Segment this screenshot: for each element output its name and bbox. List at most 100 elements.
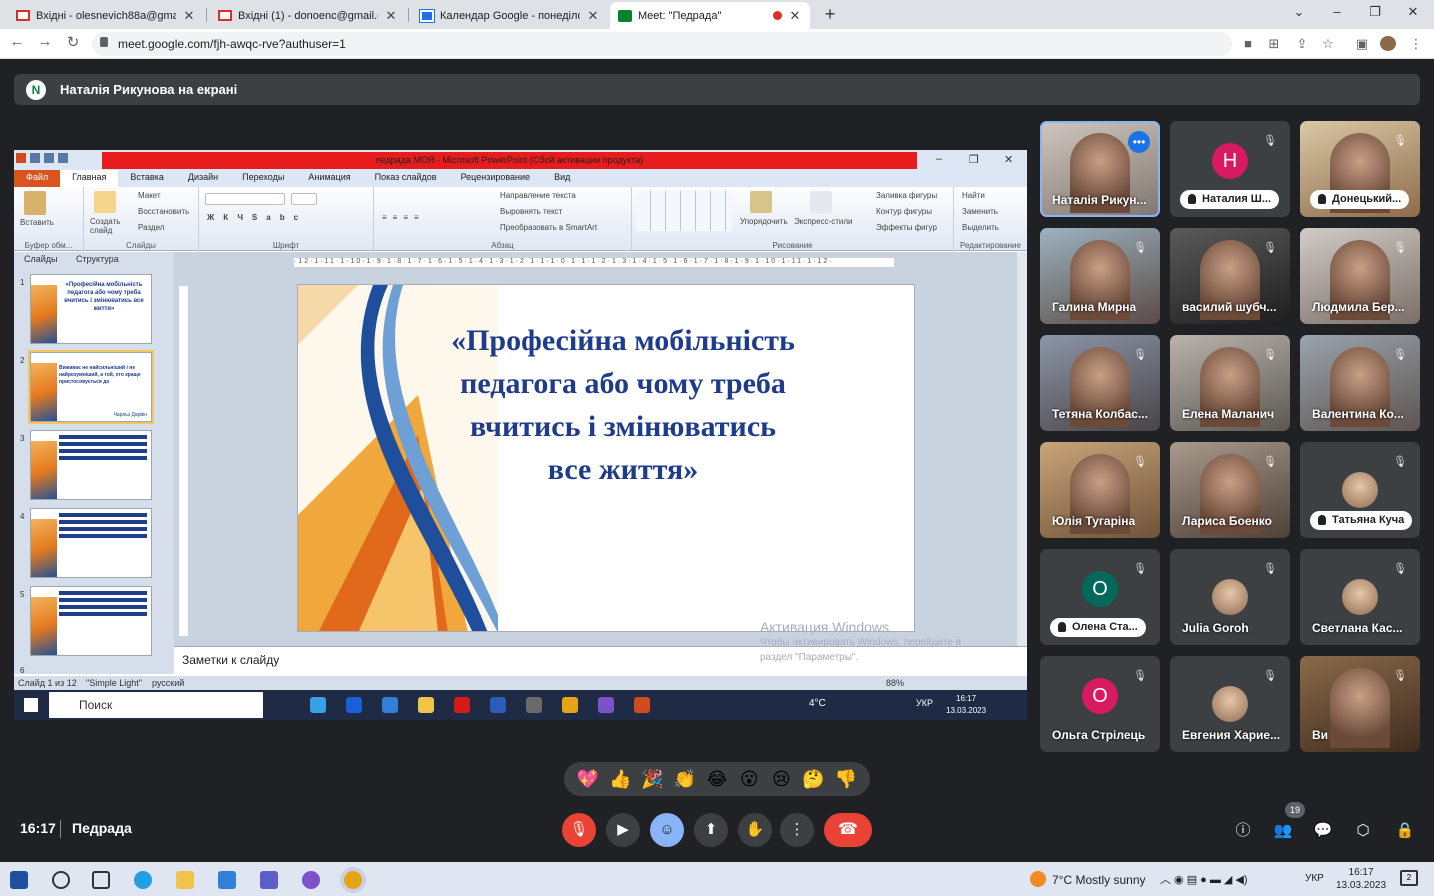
participant-tile[interactable]: ••• Наталія Рикун... — [1040, 121, 1160, 217]
arrange-icon — [750, 191, 772, 213]
chrome-icon[interactable] — [344, 871, 362, 889]
slide-thumbnail — [30, 430, 152, 500]
tile-more-options-icon[interactable]: ••• — [1128, 131, 1150, 153]
participant-tile[interactable]: О 🎙 Ольга Стрілець — [1040, 656, 1160, 752]
participant-tile[interactable]: 🎙 василий шубч... — [1170, 228, 1290, 324]
minimize-button[interactable]: – — [1324, 4, 1350, 19]
more-options-button[interactable]: ⋮ — [780, 813, 814, 847]
pp-close-icon: ✕ — [1004, 154, 1014, 166]
weather-text[interactable]: 7°C Mostly sunny — [1052, 873, 1146, 887]
participant-tile[interactable]: Н 🎙 Наталия Ш... — [1170, 121, 1290, 217]
tab-search-icon[interactable]: ⌄ — [1286, 4, 1312, 20]
participant-tile[interactable]: 🎙 Julia Goroh — [1170, 549, 1290, 645]
participant-name: Лариса Боенко — [1182, 514, 1272, 528]
participant-tile[interactable]: 🎙 Тетяна Колбас... — [1040, 335, 1160, 431]
participant-avatar: Н — [1212, 143, 1248, 179]
thumb-author: Чарльз Дарвін — [113, 412, 147, 418]
browser-tab-gmail-1[interactable]: Вхідні - olesnevich88a@gmail.com ✕ — [8, 2, 204, 29]
side-panel-icon[interactable]: ▣ — [1354, 36, 1370, 51]
slide-thumbnail: «Професійна мобільність педагога або чом… — [30, 274, 152, 344]
file-explorer-icon[interactable] — [176, 871, 194, 889]
windows-start-icon[interactable] — [10, 871, 28, 889]
search-icon[interactable] — [52, 871, 70, 889]
participant-tile[interactable]: 🎙 Евгения Харие... — [1170, 656, 1290, 752]
back-icon[interactable]: ← — [6, 33, 28, 50]
reaction-thinking[interactable]: 🤔 — [801, 769, 827, 790]
participant-tile[interactable]: 🎙 Татьяна Куча — [1300, 442, 1420, 538]
pp-tab-animation: Анимация — [308, 172, 351, 182]
lock-icon[interactable] — [100, 37, 108, 47]
participant-tile[interactable]: 🎙 Валентина Ко... — [1300, 335, 1420, 431]
restore-button[interactable]: ❐ — [1362, 4, 1388, 20]
info-icon[interactable]: ⓘ — [1232, 820, 1254, 842]
weather-icon[interactable] — [1030, 871, 1046, 887]
participant-name: Галина Мирна — [1052, 300, 1137, 314]
end-call-button[interactable]: ☎ — [824, 813, 872, 847]
forward-icon[interactable]: → — [34, 33, 56, 50]
reactions-button[interactable]: ☺ — [650, 813, 684, 847]
viber-icon[interactable] — [302, 871, 320, 889]
browser-tab-meet[interactable]: Meet: "Педрада" ✕ — [610, 2, 810, 29]
notifications-icon[interactable]: 2 — [1400, 870, 1418, 886]
reaction-party[interactable]: 🎉 — [640, 769, 666, 790]
camera-button[interactable]: ▶ — [606, 813, 640, 847]
powerpoint-ribbon: Вставить Буфер обм... Создать слайд Маке… — [14, 187, 1027, 251]
browser-tab-calendar[interactable]: Календар Google - понеділок, 1 ✕ — [412, 2, 608, 29]
edge-icon[interactable] — [134, 871, 152, 889]
host-controls-icon[interactable]: 🔒 — [1394, 820, 1416, 842]
new-tab-button[interactable]: + — [820, 4, 840, 25]
participant-tile[interactable]: 🎙 Ви — [1300, 656, 1420, 752]
mail-icon[interactable] — [218, 871, 236, 889]
quick-access-toolbar — [16, 153, 68, 163]
present-button[interactable]: ⬆ — [694, 813, 728, 847]
chat-icon[interactable]: 💬 — [1312, 820, 1334, 842]
task-view-icon[interactable] — [92, 871, 110, 889]
participant-tile[interactable]: 🎙 Светлана Кас... — [1300, 549, 1420, 645]
profile-avatar[interactable] — [1380, 36, 1396, 51]
mic-off-button[interactable]: 🎙 — [562, 813, 596, 847]
raise-hand-button[interactable]: ✋ — [738, 813, 772, 847]
thumb-title: «Професійна мобільність педагога або чом… — [64, 282, 144, 312]
publisher-icon[interactable] — [260, 871, 278, 889]
participant-tile[interactable]: 🎙 Людмила Бер... — [1300, 228, 1420, 324]
participant-tile[interactable]: 🎙 Лариса Боенко — [1170, 442, 1290, 538]
ribbon-group-paragraph: Направление текста Выровнять текст Преоб… — [374, 187, 632, 251]
close-tab-icon[interactable]: ✕ — [788, 8, 802, 24]
pp-tab-insert: Вставка — [130, 172, 164, 182]
browser-menu-icon[interactable]: ⋮ — [1408, 36, 1424, 51]
reaction-surprised[interactable]: 😮 — [736, 769, 762, 790]
close-tab-icon[interactable]: ✕ — [586, 8, 600, 24]
share-icon[interactable]: ⇪ — [1294, 36, 1310, 51]
translate-icon[interactable]: ⊞ — [1266, 36, 1282, 51]
reaction-heart[interactable]: 💖 — [575, 769, 601, 790]
reaction-sad[interactable]: 😢 — [768, 769, 794, 790]
reload-icon[interactable]: ↻ — [62, 33, 84, 51]
reaction-thumbs-up[interactable]: 👍 — [607, 769, 633, 790]
tab-title: Meet: "Педрада" — [638, 9, 722, 22]
participant-tile[interactable]: 🎙 Галина Мирна — [1040, 228, 1160, 324]
remote-time: 16:17 — [956, 694, 977, 703]
mic-off-icon: 🎙 — [1133, 349, 1147, 361]
meeting-name: Педрада — [72, 820, 132, 836]
language-indicator[interactable]: УКР — [1305, 873, 1324, 884]
camera-icon[interactable]: ■ — [1240, 36, 1256, 51]
activities-icon[interactable]: ⬡ — [1352, 820, 1374, 842]
browser-tab-gmail-2[interactable]: Вхідні (1) - donoenc@gmail.com ✕ — [210, 2, 406, 29]
people-icon[interactable]: 👥 — [1272, 820, 1294, 842]
reactions-bar: 💖 👍 🎉 👏 😂 😮 😢 🤔 👎 — [564, 762, 870, 796]
bookmark-star-icon[interactable]: ☆ — [1320, 36, 1336, 51]
close-tab-icon[interactable]: ✕ — [182, 8, 196, 24]
participant-tile[interactable]: 🎙 Юлія Тугаріна — [1040, 442, 1160, 538]
reaction-thumbs-down[interactable]: 👎 — [833, 769, 859, 790]
url-field[interactable]: meet.google.com/fjh-awqc-rve?authuser=1 — [92, 32, 1232, 56]
tray-icons[interactable]: ︿ ◉ ▤ ● ▬ ◢ ◀) — [1160, 871, 1248, 887]
close-window-button[interactable]: ✕ — [1400, 4, 1426, 20]
reaction-laugh[interactable]: 😂 — [704, 769, 730, 790]
participant-tile[interactable]: 🎙 Донецький... — [1300, 121, 1420, 217]
reaction-clap[interactable]: 👏 — [672, 769, 698, 790]
mic-off-icon: 🎙 — [1133, 563, 1147, 575]
participant-tile[interactable]: О 🎙 Олена Ста... — [1040, 549, 1160, 645]
windows-clock[interactable]: 16:17 13.03.2023 — [1336, 866, 1386, 892]
close-tab-icon[interactable]: ✕ — [384, 8, 398, 24]
participant-tile[interactable]: 🎙 Елена Маланич — [1170, 335, 1290, 431]
